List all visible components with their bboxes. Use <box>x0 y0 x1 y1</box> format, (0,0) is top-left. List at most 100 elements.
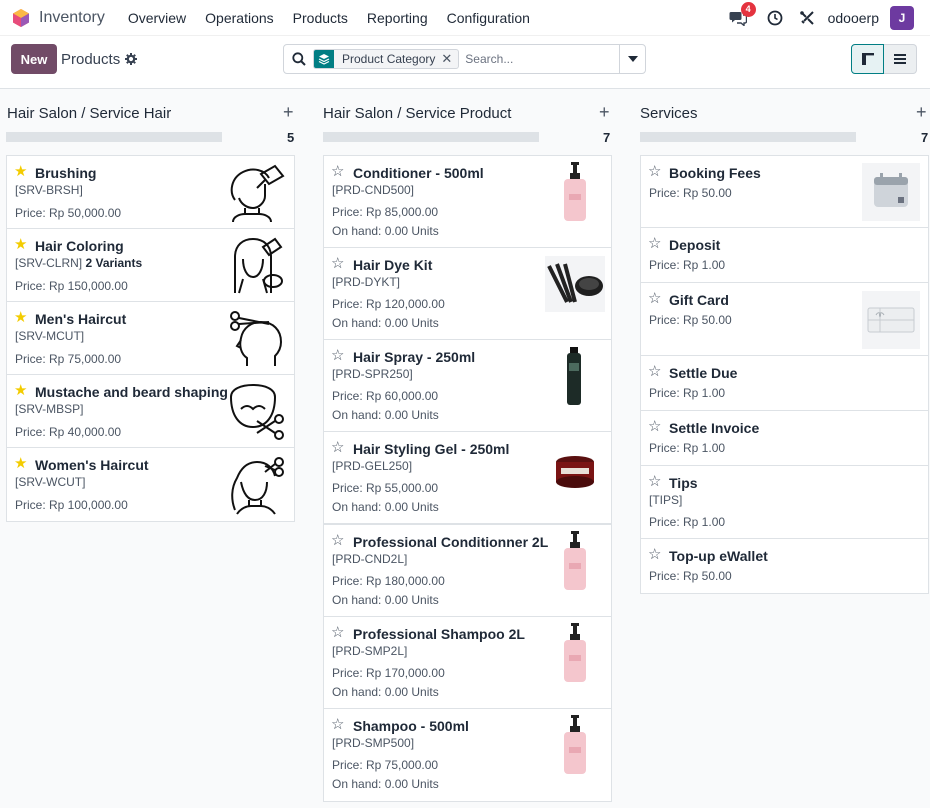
favorite-star-icon[interactable]: ★ <box>14 237 27 252</box>
debug-tools-icon[interactable] <box>798 9 816 27</box>
search-icon[interactable] <box>292 52 306 66</box>
progress-bar <box>323 132 539 142</box>
favorite-star-icon[interactable]: ★ <box>14 383 27 398</box>
gear-icon[interactable] <box>125 53 137 68</box>
activity-clock-icon[interactable] <box>766 9 784 27</box>
mens-haircut-icon <box>230 311 283 366</box>
card-price: Price: Rp 55,000.00 <box>332 481 439 495</box>
product-card[interactable]: ☆ Hair Dye Kit [PRD-DYKT] Price: Rp 120,… <box>323 247 612 340</box>
card-onhand: On hand: 0.00 Units <box>332 224 439 238</box>
company-name[interactable]: odooerp <box>828 10 879 26</box>
card-price: Price: Rp 1.00 <box>649 441 726 455</box>
menu-reporting[interactable]: Reporting <box>367 10 428 26</box>
card-ref: [PRD-CND500] <box>332 183 415 197</box>
product-card[interactable]: ★ Hair Coloring [SRV-CLRN] 2 Variants Pr… <box>6 228 295 302</box>
gift-card-icon <box>862 291 920 349</box>
card-title: Hair Spray - 250ml <box>353 349 476 365</box>
menu-overview[interactable]: Overview <box>128 10 186 26</box>
favorite-star-icon[interactable]: ☆ <box>331 164 344 179</box>
product-card[interactable]: ☆ Settle Invoice Price: Rp 1.00 <box>640 410 929 466</box>
column-title: Hair Salon / Service Product <box>323 105 512 122</box>
product-card[interactable]: ☆ Hair Styling Gel - 250ml [PRD-GEL250] … <box>323 431 612 524</box>
app-name[interactable]: Inventory <box>39 9 105 27</box>
add-record-icon[interactable]: + <box>916 102 927 123</box>
menu-operations[interactable]: Operations <box>205 10 273 26</box>
favorite-star-icon[interactable]: ☆ <box>648 474 661 489</box>
progress-bar <box>640 132 856 142</box>
favorite-star-icon[interactable]: ☆ <box>648 164 661 179</box>
product-card[interactable]: ☆ Settle Due Price: Rp 1.00 <box>640 355 929 411</box>
card-price: Price: Rp 50.00 <box>649 186 732 200</box>
messages-icon[interactable]: 4 <box>729 2 756 27</box>
facet-remove-icon[interactable]: ✕ <box>441 51 458 67</box>
view-switcher <box>851 44 917 74</box>
favorite-star-icon[interactable]: ☆ <box>331 533 344 548</box>
card-title: Hair Styling Gel - 250ml <box>353 441 510 457</box>
card-title: Settle Due <box>669 365 738 381</box>
kanban-view-button[interactable] <box>851 44 884 74</box>
card-price: Price: Rp 180,000.00 <box>332 574 445 588</box>
favorite-star-icon[interactable]: ☆ <box>648 236 661 251</box>
card-price: Price: Rp 1.00 <box>649 515 726 529</box>
search-input[interactable] <box>465 52 616 66</box>
product-card[interactable]: ★ Women's Haircut [SRV-WCUT] Price: Rp 1… <box>6 447 295 522</box>
favorite-star-icon[interactable]: ☆ <box>648 291 661 306</box>
card-price: Price: Rp 150,000.00 <box>15 279 128 293</box>
card-ref: [PRD-DYKT] <box>332 275 401 289</box>
product-card[interactable]: ☆ Tips [TIPS] Price: Rp 1.00 <box>640 465 929 539</box>
product-card[interactable]: ☆ Hair Spray - 250ml [PRD-SPR250] Price:… <box>323 339 612 432</box>
card-ref: [PRD-SMP500] <box>332 736 415 750</box>
search-bar[interactable]: Product Category ✕ <box>283 44 646 74</box>
card-ref: [PRD-GEL250] <box>332 459 413 473</box>
card-price: Price: Rp 1.00 <box>649 386 726 400</box>
card-ref: [TIPS] <box>649 493 683 507</box>
product-card[interactable]: ☆ Shampoo - 500ml [PRD-SMP500] Price: Rp… <box>323 708 612 802</box>
kanban-icon <box>861 53 874 65</box>
menu-products[interactable]: Products <box>293 10 348 26</box>
list-view-button[interactable] <box>884 44 917 74</box>
card-title: Brushing <box>35 165 97 181</box>
card-onhand: On hand: 0.00 Units <box>332 777 439 791</box>
card-price: Price: Rp 75,000.00 <box>332 758 439 772</box>
card-price: Price: Rp 120,000.00 <box>332 297 445 311</box>
product-card[interactable]: ★ Men's Haircut [SRV-MCUT] Price: Rp 75,… <box>6 301 295 375</box>
card-price: Price: Rp 170,000.00 <box>332 666 445 680</box>
card-onhand: On hand: 0.00 Units <box>332 593 439 607</box>
column-count: 5 <box>287 130 295 145</box>
product-card[interactable]: ☆ Deposit Price: Rp 1.00 <box>640 227 929 283</box>
product-card[interactable]: ★ Brushing [SRV-BRSH] Price: Rp 50,000.0… <box>6 155 295 229</box>
product-card[interactable]: ★ Mustache and beard shaping [SRV-MBSP] … <box>6 374 295 448</box>
product-card[interactable]: ☆ Professional Shampoo 2L [PRD-SMP2L] Pr… <box>323 616 612 709</box>
favorite-star-icon[interactable]: ☆ <box>331 625 344 640</box>
add-record-icon[interactable]: + <box>599 102 610 123</box>
search-dropdown-toggle[interactable] <box>619 45 645 73</box>
favorite-star-icon[interactable]: ★ <box>14 310 27 325</box>
user-avatar[interactable]: J <box>890 6 914 30</box>
favorite-star-icon[interactable]: ☆ <box>648 419 661 434</box>
menu-configuration[interactable]: Configuration <box>447 10 530 26</box>
column-title: Hair Salon / Service Hair <box>7 105 172 122</box>
favorite-star-icon[interactable]: ☆ <box>648 364 661 379</box>
product-card[interactable]: ☆ Gift Card Price: Rp 50.00 <box>640 282 929 356</box>
product-card[interactable]: ☆ Conditioner - 500ml [PRD-CND500] Price… <box>323 155 612 248</box>
card-price: Price: Rp 75,000.00 <box>15 352 122 366</box>
favorite-star-icon[interactable]: ☆ <box>331 256 344 271</box>
favorite-star-icon[interactable]: ★ <box>14 164 27 179</box>
inventory-logo-icon[interactable] <box>11 8 31 28</box>
card-onhand: On hand: 0.00 Units <box>332 408 439 422</box>
favorite-star-icon[interactable]: ☆ <box>648 547 661 562</box>
product-card[interactable]: ☆ Booking Fees Price: Rp 50.00 <box>640 155 929 228</box>
product-card[interactable]: ☆ Professional Conditionner 2L [PRD-CND2… <box>323 524 612 617</box>
messages-badge: 4 <box>740 2 756 17</box>
new-button[interactable]: New <box>11 44 57 74</box>
card-price: Price: Rp 1.00 <box>649 258 726 272</box>
layers-icon <box>314 50 334 68</box>
add-record-icon[interactable]: + <box>283 102 294 123</box>
search-facet[interactable]: Product Category ✕ <box>313 49 460 69</box>
favorite-star-icon[interactable]: ☆ <box>331 717 344 732</box>
favorite-star-icon[interactable]: ☆ <box>331 348 344 363</box>
product-card[interactable]: ☆ Top-up eWallet Price: Rp 50.00 <box>640 538 929 594</box>
favorite-star-icon[interactable]: ★ <box>14 456 27 471</box>
card-price: Price: Rp 60,000.00 <box>332 389 439 403</box>
favorite-star-icon[interactable]: ☆ <box>331 440 344 455</box>
